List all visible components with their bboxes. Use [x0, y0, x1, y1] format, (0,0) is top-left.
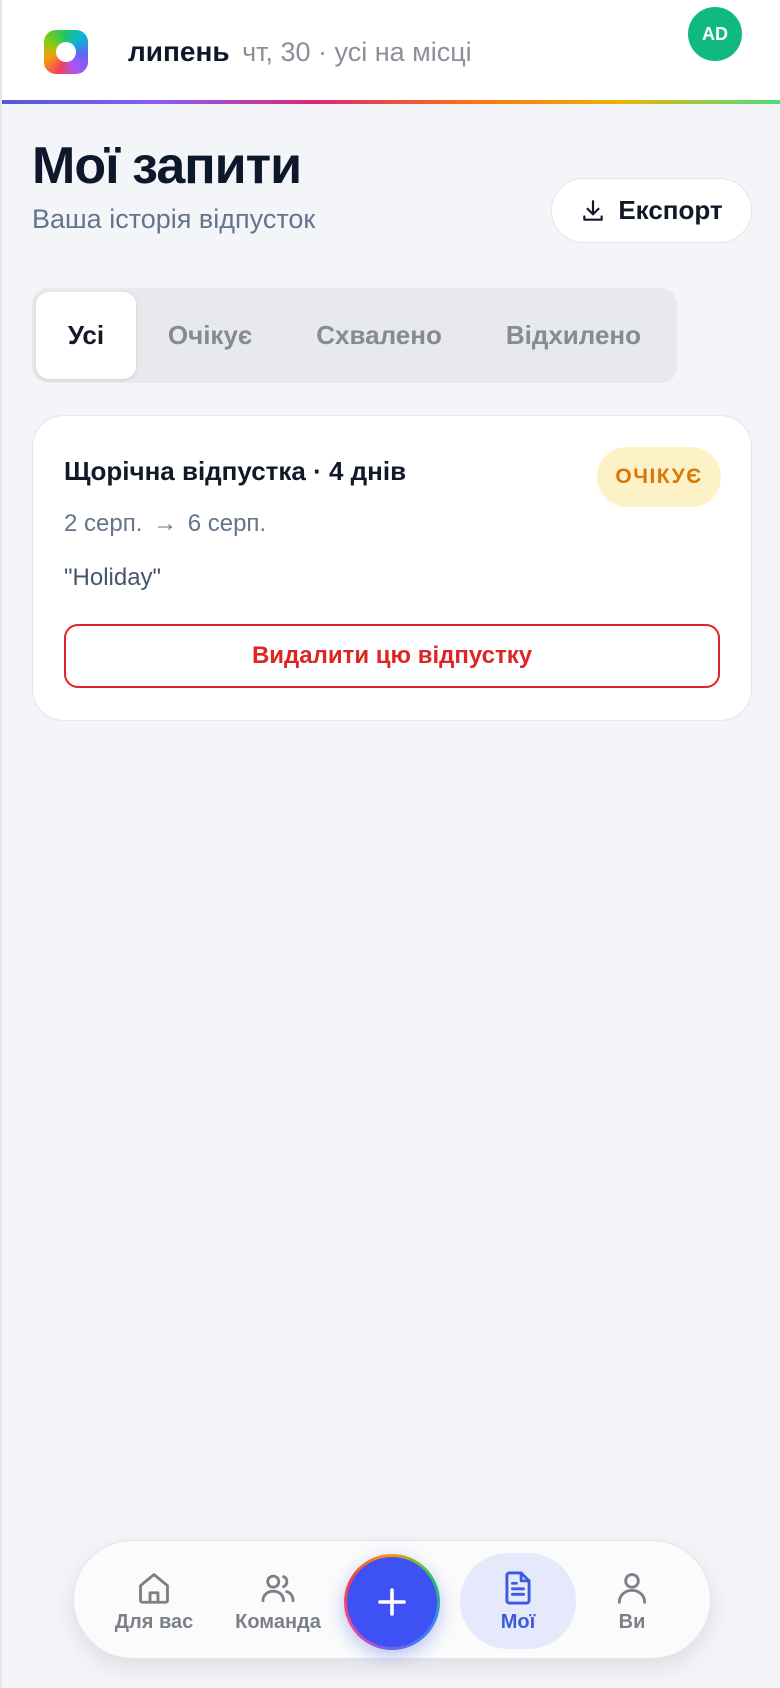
delete-request-button[interactable]: Видалити цю відпустку [64, 624, 720, 688]
document-icon [505, 1571, 531, 1604]
request-card: Щорічна відпустка · 4 днів ОЧІКУЄ 2 серп… [32, 415, 752, 721]
nav-item-team[interactable]: Команда [220, 1553, 336, 1649]
nav-label-team: Команда [235, 1610, 321, 1633]
home-icon [139, 1572, 169, 1604]
top-header: липень чт, 30 · усі на місці AD [2, 0, 780, 104]
header-date: липень чт, 30 · усі на місці [128, 34, 472, 70]
nav-item-you[interactable]: Ви [574, 1553, 690, 1649]
user-icon [617, 1572, 647, 1604]
date-start: 2 серп. [64, 510, 143, 537]
nav-label-you: Ви [618, 1610, 646, 1633]
header-month: липень [128, 36, 230, 67]
page-subtitle: Ваша історія відпусток [32, 204, 316, 234]
tab-pending[interactable]: Очікує [136, 292, 284, 379]
tab-rejected[interactable]: Відхилено [474, 292, 673, 379]
request-title: Щорічна відпустка · 4 днів [64, 456, 407, 486]
nav-item-for-you[interactable]: Для вас [96, 1553, 212, 1649]
request-dates: 2 серп. → 6 серп. [64, 510, 266, 538]
header-rainbow-divider [2, 100, 780, 104]
header-meta: чт, 30 · усі на місці [242, 37, 472, 67]
app-screen: липень чт, 30 · усі на місці AD Мої запи… [0, 0, 780, 1688]
users-icon [261, 1574, 295, 1602]
request-note: "Holiday" [64, 564, 162, 591]
nav-label-mine: Мої [500, 1610, 536, 1633]
avatar[interactable]: AD [688, 7, 742, 61]
fab-gradient-ring [344, 1554, 440, 1650]
tab-all[interactable]: Усі [36, 292, 136, 379]
status-filter-tabs: Усі Очікує Схвалено Відхилено [32, 288, 677, 383]
date-end: 6 серп. [187, 510, 267, 537]
nav-item-mine[interactable]: Мої [460, 1553, 576, 1649]
plus-icon [378, 1588, 406, 1616]
nav-label-for-you: Для вас [114, 1610, 194, 1633]
export-button[interactable]: Експорт [551, 178, 752, 243]
bottom-navigation: Для вас Команда Мої Ви [73, 1540, 711, 1659]
tab-approved[interactable]: Схвалено [284, 292, 474, 379]
arrow-right-icon: → [153, 510, 178, 537]
status-badge: ОЧІКУЄ [597, 447, 721, 507]
app-logo[interactable] [44, 30, 88, 74]
export-label: Експорт [618, 195, 723, 225]
new-request-button[interactable] [347, 1557, 437, 1647]
download-icon [583, 199, 604, 221]
page-title: Мої запити [32, 137, 302, 195]
